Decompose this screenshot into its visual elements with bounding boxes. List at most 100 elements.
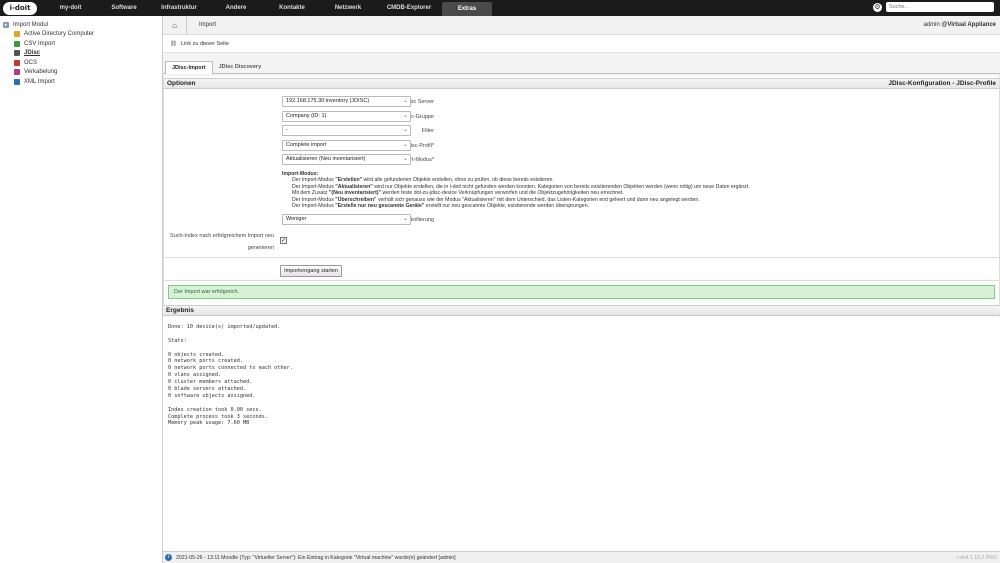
idoit-logo[interactable]: i-doit — [3, 1, 37, 15]
top-navigation-bar: i-doit my-doit Software Infrastruktur An… — [0, 0, 1000, 16]
chevron-down-icon: ⌄ — [402, 113, 408, 119]
help-text: Der Import-Modus — [292, 177, 336, 184]
logging-value: Weniger — [286, 216, 307, 222]
main-menu: my-doit Software Infrastruktur Andere Ko… — [43, 0, 492, 16]
status-bar: i 2021-05-26 - 13:11 Moodle (Typ: "Virtu… — [163, 551, 1000, 563]
nav-infrastruktur[interactable]: Infrastruktur — [150, 0, 208, 16]
jdisc-group-select[interactable]: Company (ID: 1) ⌄ — [282, 111, 411, 122]
chevron-down-icon: ⌄ — [402, 98, 408, 104]
chevron-down-icon: ⌄ — [402, 127, 408, 133]
options-header: Optionen JDisc-Konfiguration - JDisc-Pro… — [164, 78, 999, 89]
nav-cmdb-explorer[interactable]: CMDB-Explorer — [376, 0, 442, 16]
version-label: i-doit 1.16.2 PRO — [957, 554, 997, 561]
tree-item-ocs[interactable]: OCS — [0, 58, 162, 68]
tree-item-jdisc[interactable]: JDisc — [0, 49, 162, 59]
tree-item-label: XML Import — [24, 78, 55, 85]
filter-select[interactable]: - ⌄ — [282, 125, 411, 136]
permalink-bar: ⛓ Link zu dieser Seite — [163, 35, 1000, 53]
main-content: ⌂ Import admin @Virtual Appliance ⛓ Link… — [163, 15, 1000, 563]
user-info[interactable]: admin @Virtual Appliance — [923, 22, 996, 28]
log-line: 0 network ports created. — [168, 358, 243, 365]
jdisc-profile-value: Complete import — [286, 142, 327, 148]
permalink-link[interactable]: Link zu dieser Seite — [181, 41, 229, 47]
help-bold: "Erstelle nur neu gescannte Geräte" — [335, 203, 425, 210]
import-mode-select[interactable]: Aktualisieren (Neu inventarisiert) ⌄ — [282, 154, 411, 165]
tree-root-label: Import Modul — [13, 21, 49, 28]
nav-kontakte[interactable]: Kontakte — [264, 0, 320, 16]
log-line: 0 vlans assigned. — [168, 372, 222, 379]
csv-file-icon — [14, 40, 20, 47]
tree-item-label: CSV Import — [24, 40, 56, 47]
top-right-tools: ⚙ Suche... — [873, 2, 994, 12]
logo-text: i-doit — [9, 4, 31, 12]
link-icon: ⛓ — [170, 40, 177, 47]
row-logging: Protokollierung Weniger ⌄ — [163, 213, 1000, 226]
tree-item-label: OCS — [24, 59, 38, 66]
settings-gear-icon[interactable]: ⚙ — [873, 2, 882, 12]
log-line: 0 cluster members attached. — [168, 379, 253, 386]
log-line: Done: 10 device(s) imported/updated. — [168, 324, 281, 330]
log-line: Stats: — [168, 337, 187, 344]
tree-item-xml-import[interactable]: XML Import — [0, 77, 162, 87]
label-search-index-line2: generieren — [247, 245, 274, 251]
jdisc-group-value: Company (ID: 1) — [286, 113, 327, 119]
divider — [163, 257, 1000, 258]
result-log: Done: 10 device(s) imported/updated. Sta… — [163, 317, 1000, 551]
row-jdisc-profile: JDisc-Profil* Complete import ⌄ — [163, 139, 1000, 152]
home-icon[interactable]: ⌂ — [163, 15, 187, 35]
user-tenant: @Virtual Appliance — [941, 22, 996, 28]
tree-item-label: Active Directory Computer — [24, 31, 95, 38]
nav-software[interactable]: Software — [98, 0, 150, 16]
info-icon: i — [165, 554, 172, 561]
options-title: Optionen — [167, 80, 196, 87]
search-input[interactable]: Suche... — [886, 2, 994, 12]
label-search-index-line1: Such-Index nach erfolgreichem Import neu — [170, 233, 274, 239]
import-mode-value: Aktualisieren (Neu inventarisiert) — [286, 156, 366, 162]
required-marker: * — [431, 156, 434, 163]
breadcrumb-current[interactable]: Import — [199, 22, 216, 28]
nav-my-doit[interactable]: my-doit — [43, 0, 98, 16]
chevron-down-icon: ⌄ — [402, 142, 408, 148]
help-text: Der Import-Modus — [292, 203, 336, 210]
help-text: verhält sich genauso wie der Modus "Aktu… — [376, 196, 700, 203]
log-line: Memory peak usage: 7.60 MB — [168, 420, 250, 427]
jdisc-server-select[interactable]: 192.168.175.30:inventory (JDISC) ⌄ — [282, 96, 411, 107]
nav-andere[interactable]: Andere — [208, 0, 264, 16]
tree-item-csv-import[interactable]: CSV Import — [0, 39, 162, 49]
search-index-checkbox[interactable]: ✓ — [280, 237, 287, 244]
logging-select[interactable]: Weniger ⌄ — [282, 214, 411, 225]
log-line: 0 network ports connected to each other. — [168, 365, 293, 372]
log-line: 0 software objects assigned. — [168, 392, 256, 399]
label-search-index: Such-Index nach erfolgreichem Import neu… — [170, 230, 274, 254]
required-marker: * — [431, 142, 434, 149]
nav-netzwerk[interactable]: Netzwerk — [320, 0, 376, 16]
help-text: Der Import-Modus — [292, 183, 336, 190]
ocs-icon — [14, 59, 20, 66]
xml-file-icon — [14, 78, 20, 85]
result-header: Ergebnis — [163, 305, 1000, 316]
module-tree: ▸ Import Modul Active Directory Computer… — [0, 16, 163, 563]
help-bold: "Erstellen" — [335, 177, 363, 184]
jdisc-profile-select[interactable]: Complete import ⌄ — [282, 140, 411, 151]
tab-jdisc-discovery[interactable]: JDisc Discovery — [213, 61, 268, 73]
tree-root-import-module[interactable]: ▸ Import Modul — [0, 20, 162, 30]
log-line: Complete process took 3 seconds. — [168, 413, 268, 420]
tree-item-verkabelung[interactable]: Verkabelung — [0, 68, 162, 78]
help-text: Der Import-Modus — [292, 196, 336, 203]
help-bold: "(Neu inventarisiert)" — [328, 190, 382, 197]
start-import-button[interactable]: Importvorgang starten — [280, 265, 342, 277]
help-text: wird alle gefundenen Objekte erstellen, … — [362, 177, 554, 184]
row-filter: Filter - ⌄ — [163, 124, 1000, 137]
tree-item-active-directory[interactable]: Active Directory Computer — [0, 30, 162, 40]
tab-jdisc-import[interactable]: JDisc-Import — [165, 61, 213, 74]
status-message[interactable]: 2021-05-26 - 13:11 Moodle (Typ: "Virtuel… — [176, 555, 456, 561]
jdisc-server-value: 192.168.175.30:inventory (JDISC) — [286, 98, 370, 104]
row-jdisc-group: JDisc-Gruppe Company (ID: 1) ⌄ — [163, 110, 1000, 123]
nav-extras[interactable]: Extras — [442, 2, 492, 16]
log-line: 0 objects created. — [168, 351, 225, 358]
help-text: werden feste dot-zu-jdisc-device Verknüp… — [381, 190, 624, 197]
help-text: erstellt nur neu gescannte Objekte, exis… — [424, 203, 590, 210]
chevron-down-icon: ⌄ — [402, 156, 408, 162]
